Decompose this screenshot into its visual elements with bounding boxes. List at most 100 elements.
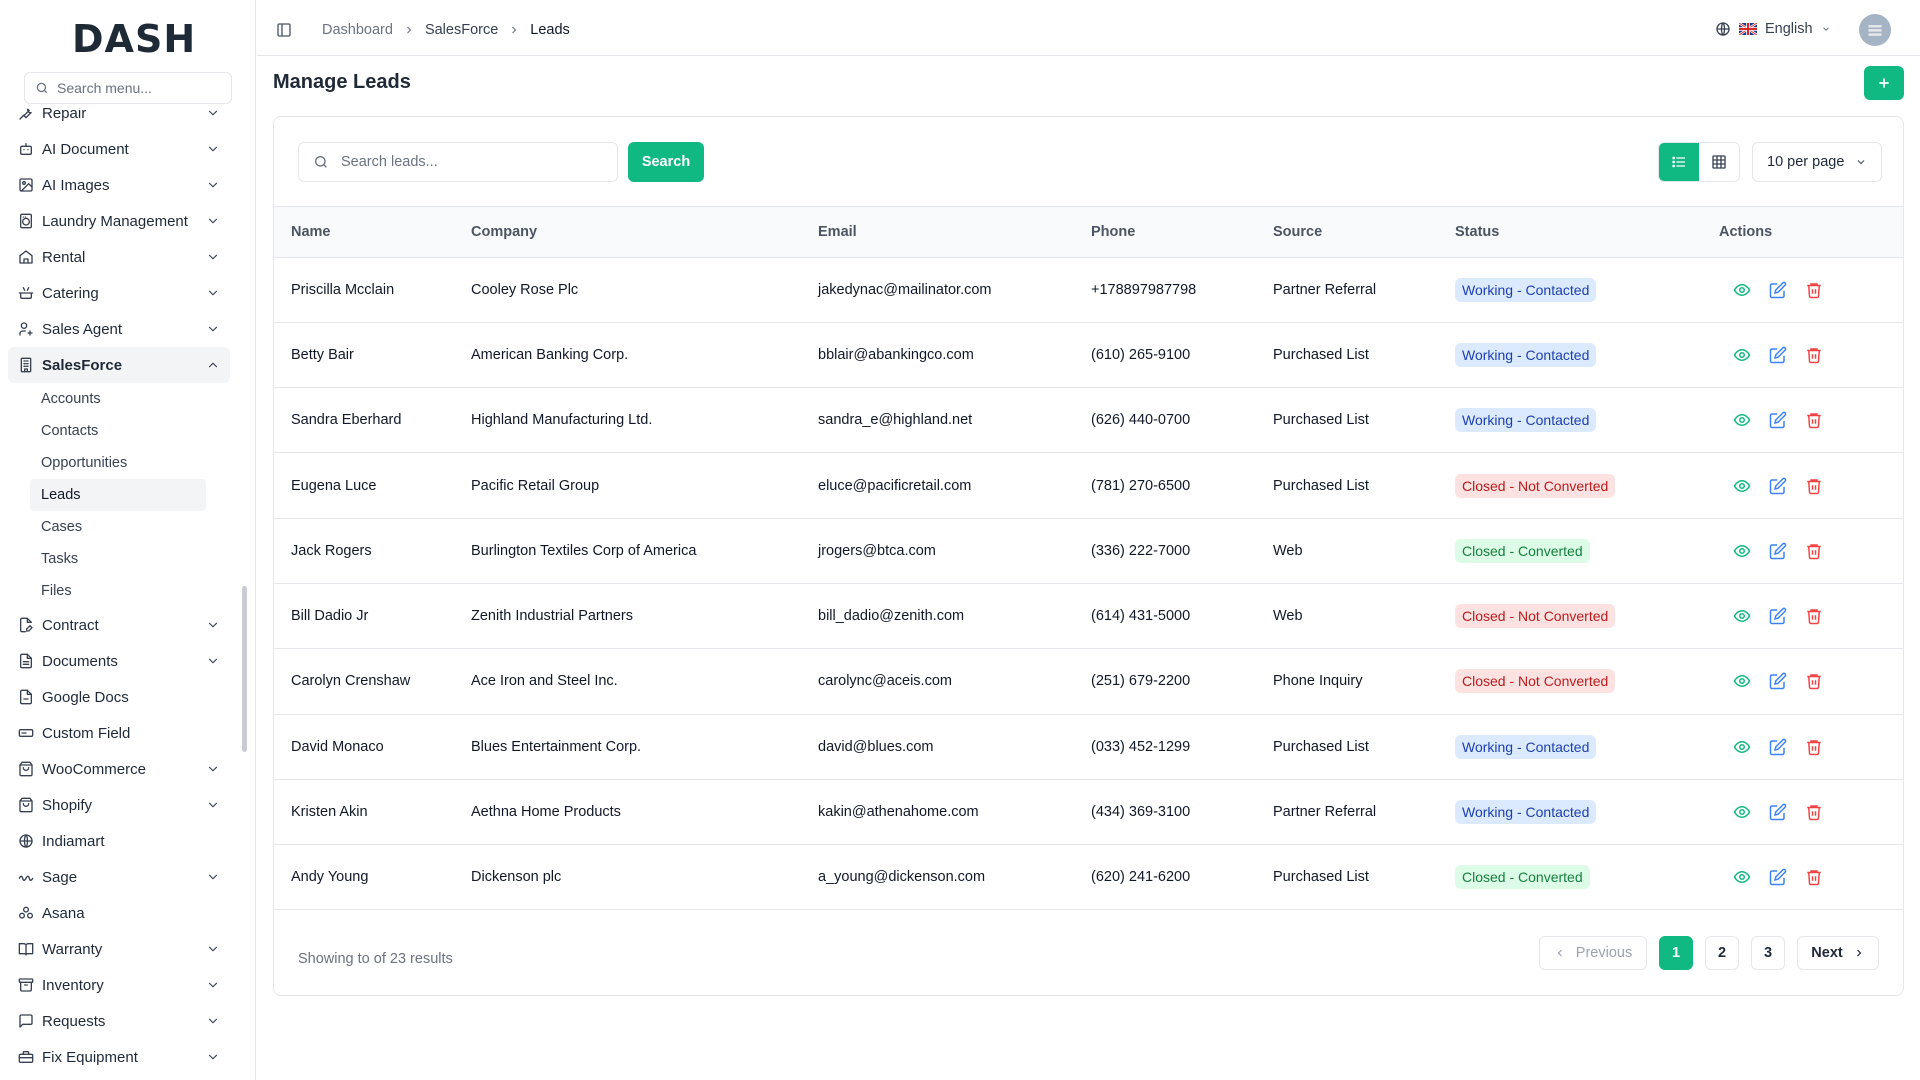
sidebar-item-custom-field[interactable]: Custom Field (8, 715, 230, 751)
cell-source: Purchased List (1273, 452, 1455, 519)
header-source[interactable]: Source (1273, 207, 1455, 258)
sidebar-item-warranty[interactable]: Warranty (8, 931, 230, 967)
cell-company: American Banking Corp. (471, 322, 818, 389)
delete-icon[interactable] (1805, 411, 1823, 429)
sidebar-item-fix-equipment[interactable]: Fix Equipment (8, 1039, 230, 1075)
sidebar-item-rental[interactable]: Rental (8, 239, 230, 275)
chevron-left-icon (1557, 949, 1562, 957)
results-summary: Showing to of 23 results (298, 951, 453, 967)
edit-icon[interactable] (1769, 607, 1787, 625)
cell-company: Pacific Retail Group (471, 452, 818, 519)
sidebar-item-asana[interactable]: Asana (8, 895, 230, 931)
sidebar-item-shopify[interactable]: Shopify (8, 787, 230, 823)
sidebar-item-sage[interactable]: Sage (8, 859, 230, 895)
lead-search-input[interactable] (341, 154, 601, 170)
file-icon (20, 689, 32, 705)
view-icon[interactable] (1733, 346, 1751, 364)
list-icon (1672, 156, 1685, 168)
delete-icon[interactable] (1805, 868, 1823, 886)
sidebar-item-catering[interactable]: Catering (8, 275, 230, 311)
delete-icon[interactable] (1805, 607, 1823, 625)
edit-icon[interactable] (1769, 738, 1787, 756)
menu-search-input[interactable] (57, 80, 217, 96)
sidebar-item-inventory[interactable]: Inventory (8, 967, 230, 1003)
submenu-item-files[interactable]: Files (30, 575, 206, 607)
cell-source: Partner Referral (1273, 257, 1455, 323)
dash-logo[interactable]: DASH (72, 17, 196, 61)
sidebar-item-salesforce[interactable]: SalesForce (8, 347, 230, 383)
list-view-button[interactable] (1659, 143, 1699, 181)
view-icon[interactable] (1733, 803, 1751, 821)
submenu-item-tasks[interactable]: Tasks (30, 543, 206, 575)
scrollbar-thumb[interactable] (242, 586, 247, 752)
delete-icon[interactable] (1805, 672, 1823, 690)
view-icon[interactable] (1733, 868, 1751, 886)
add-lead-button[interactable] (1864, 66, 1904, 100)
user-avatar[interactable] (1859, 14, 1891, 46)
header-status[interactable]: Status (1455, 207, 1719, 258)
edit-icon[interactable] (1769, 803, 1787, 821)
sidebar-toggle-icon[interactable] (276, 22, 292, 38)
view-icon[interactable] (1733, 477, 1751, 495)
cell-name: Priscilla Mcclain (274, 257, 471, 323)
next-button[interactable]: Next (1797, 936, 1879, 970)
sidebar-item-contract[interactable]: Contract (8, 607, 230, 643)
view-icon[interactable] (1733, 542, 1751, 560)
sidebar-item-woocommerce[interactable]: WooCommerce (8, 751, 230, 787)
submenu-item-accounts[interactable]: Accounts (30, 383, 206, 415)
edit-icon[interactable] (1769, 411, 1787, 429)
chevron-right-icon (407, 26, 412, 34)
view-icon[interactable] (1733, 411, 1751, 429)
sidebar-item-laundry-management[interactable]: Laundry Management (8, 203, 230, 239)
header-phone[interactable]: Phone (1091, 207, 1273, 258)
cell-email: eluce@pacificretail.com (818, 452, 1091, 519)
submenu-item-contacts[interactable]: Contacts (30, 415, 206, 447)
sidebar-item-requests[interactable]: Requests (8, 1003, 230, 1039)
delete-icon[interactable] (1805, 477, 1823, 495)
cell-actions (1719, 322, 1903, 389)
sidebar-item-google-docs[interactable]: Google Docs (8, 679, 230, 715)
delete-icon[interactable] (1805, 738, 1823, 756)
breadcrumb-salesforce[interactable]: SalesForce (425, 22, 498, 38)
delete-icon[interactable] (1805, 346, 1823, 364)
header-name[interactable]: Name (274, 207, 471, 258)
edit-icon[interactable] (1769, 477, 1787, 495)
submenu-item-leads[interactable]: Leads (30, 479, 206, 511)
sidebar-item-label: Warranty (42, 940, 103, 958)
sidebar-item-ai-document[interactable]: AI Document (8, 131, 230, 167)
per-page-select[interactable]: 10 per page (1752, 142, 1882, 182)
page-3-button[interactable]: 3 (1751, 936, 1785, 970)
edit-icon[interactable] (1769, 346, 1787, 364)
header-email[interactable]: Email (818, 207, 1091, 258)
sidebar-item-ai-images[interactable]: AI Images (8, 167, 230, 203)
submenu-item-opportunities[interactable]: Opportunities (30, 447, 206, 479)
search-button[interactable]: Search (628, 142, 704, 182)
header-company[interactable]: Company (471, 207, 818, 258)
view-icon[interactable] (1733, 738, 1751, 756)
previous-button[interactable]: Previous (1539, 936, 1647, 970)
breadcrumb-dashboard[interactable]: Dashboard (322, 22, 393, 38)
book-icon (18, 943, 34, 956)
delete-icon[interactable] (1805, 281, 1823, 299)
edit-icon[interactable] (1769, 868, 1787, 886)
view-icon[interactable] (1733, 607, 1751, 625)
delete-icon[interactable] (1805, 803, 1823, 821)
grid-view-button[interactable] (1699, 143, 1739, 181)
sidebar-item-label: Shopify (42, 796, 93, 814)
sidebar-scrollbar[interactable] (242, 110, 247, 1070)
sidebar-item-documents[interactable]: Documents (8, 643, 230, 679)
submenu-item-cases[interactable]: Cases (30, 511, 206, 543)
cell-name: Bill Dadio Jr (274, 583, 471, 650)
page-1-button[interactable]: 1 (1659, 936, 1693, 970)
edit-icon[interactable] (1769, 281, 1787, 299)
sidebar-item-repair[interactable]: Repair (8, 108, 230, 131)
edit-icon[interactable] (1769, 672, 1787, 690)
language-selector[interactable]: English (1715, 21, 1831, 37)
view-icon[interactable] (1733, 672, 1751, 690)
sidebar-item-sales-agent[interactable]: Sales Agent (8, 311, 230, 347)
page-2-button[interactable]: 2 (1705, 936, 1739, 970)
delete-icon[interactable] (1805, 542, 1823, 560)
sidebar-item-indiamart[interactable]: Indiamart (8, 823, 230, 859)
edit-icon[interactable] (1769, 542, 1787, 560)
view-icon[interactable] (1733, 281, 1751, 299)
